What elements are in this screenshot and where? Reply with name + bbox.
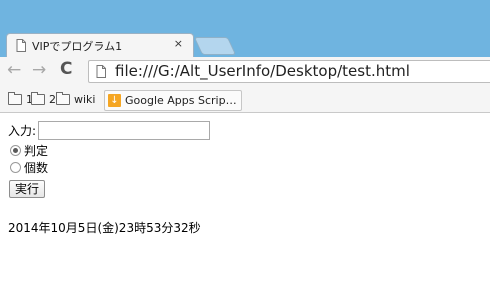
tab-title: VIPでプログラム1	[32, 40, 123, 53]
page-content: 入力: 判定 個数 実行 2014年10月5日(金)23時53分32秒	[0, 113, 490, 300]
execute-button[interactable]: 実行	[9, 180, 46, 198]
bookmark-label: Google Apps Scrip…	[125, 94, 237, 107]
bookmark-folder-1[interactable]: 1	[8, 90, 33, 109]
forward-arrow-icon[interactable]: →	[32, 60, 46, 80]
page-icon	[96, 65, 106, 78]
back-arrow-icon[interactable]: ←	[7, 60, 21, 80]
new-tab-button[interactable]	[193, 37, 237, 55]
input-label: 入力:	[8, 124, 37, 138]
radio-option-judge[interactable]: 判定	[10, 142, 48, 159]
tab-strip: VIPでプログラム1 ×	[0, 0, 490, 57]
folder-icon	[8, 92, 22, 105]
bookmark-folder-2[interactable]: 2	[31, 90, 56, 109]
bookmark-folder-wiki[interactable]: wiki	[56, 90, 95, 109]
bookmark-google-apps-script[interactable]: ↓ Google Apps Scrip…	[104, 90, 242, 111]
radio-label: 個数	[24, 161, 49, 175]
radio-option-count[interactable]: 個数	[10, 159, 48, 176]
apps-script-icon: ↓	[108, 94, 121, 107]
address-bar[interactable]: file:///G:/Alt_UserInfo/Desktop/test.htm…	[88, 60, 490, 83]
input-row: 入力:	[8, 121, 211, 140]
bookmarks-bar: 1 2 wiki ↓ Google Apps Scrip…	[0, 87, 490, 113]
toolbar: ← → C file:///G:/Alt_UserInfo/Desktop/te…	[0, 57, 490, 87]
radio-button[interactable]	[10, 145, 21, 156]
bookmark-label: 2	[49, 93, 56, 106]
radio-label: 判定	[24, 144, 49, 158]
browser-tab[interactable]: VIPでプログラム1 ×	[6, 33, 194, 57]
text-input[interactable]	[38, 121, 211, 140]
bookmark-label: wiki	[74, 93, 96, 106]
url-text: file:///G:/Alt_UserInfo/Desktop/test.htm…	[115, 62, 410, 80]
folder-icon	[31, 92, 45, 105]
output-text: 2014年10月5日(金)23時53分32秒	[8, 221, 201, 235]
page-icon	[16, 39, 26, 52]
reload-icon[interactable]: C	[60, 59, 72, 79]
radio-button[interactable]	[10, 162, 21, 173]
folder-icon	[56, 92, 70, 105]
close-tab-icon[interactable]: ×	[174, 37, 183, 50]
